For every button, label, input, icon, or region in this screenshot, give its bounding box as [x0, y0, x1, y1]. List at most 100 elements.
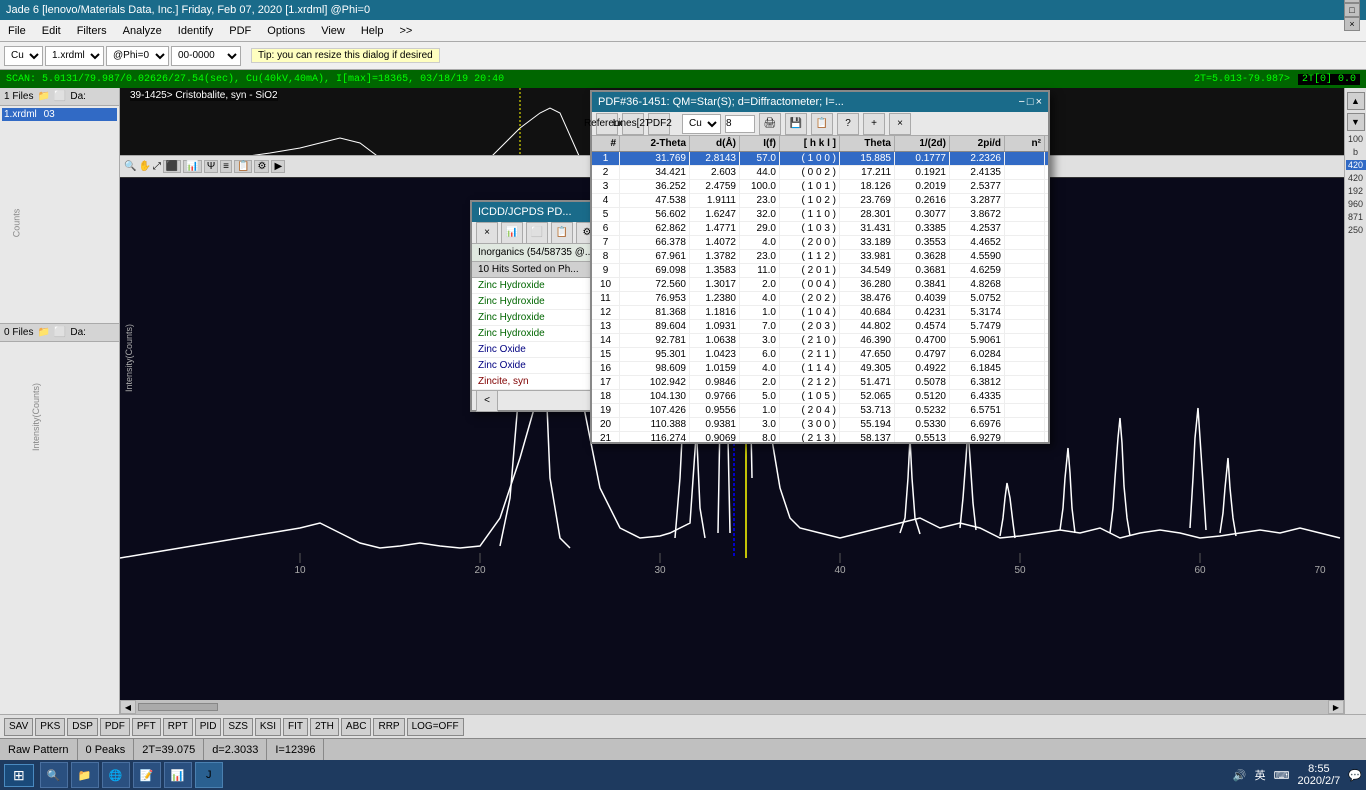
pdf-table-row[interactable]: 16 98.609 1.0159 4.0 ( 1 1 4 ) 49.305 0.… — [592, 362, 1048, 376]
taskbar-app-jade[interactable]: J — [195, 762, 223, 788]
pdf-table-row[interactable]: 4 47.538 1.9111 23.0 ( 1 0 2 ) 23.769 0.… — [592, 194, 1048, 208]
pdf-minimize-btn[interactable]: − — [1018, 96, 1024, 108]
scroll-thumb[interactable] — [138, 703, 218, 711]
icdd-chart-tool[interactable]: 📊 — [501, 222, 523, 244]
icdd-copy-tool[interactable]: 📋 — [551, 222, 573, 244]
pdf-table-row[interactable]: 21 116.274 0.9069 8.0 ( 2 1 3 ) 58.137 0… — [592, 432, 1048, 442]
tool1[interactable]: ⬛ — [163, 160, 181, 173]
btn-szs[interactable]: SZS — [223, 718, 252, 736]
h-scrollbar[interactable]: ◀ ▶ — [120, 700, 1344, 714]
pdf-table-row[interactable]: 13 89.604 1.0931 7.0 ( 2 0 3 ) 44.802 0.… — [592, 320, 1048, 334]
btn-rpt[interactable]: RPT — [163, 718, 193, 736]
pdf-table-row[interactable]: 7 66.378 1.4072 4.0 ( 2 0 0 ) 33.189 0.3… — [592, 236, 1048, 250]
menu-item-options[interactable]: Options — [259, 23, 313, 39]
icdd-close-tool[interactable]: × — [476, 222, 498, 244]
pdf-table-row[interactable]: 6 62.862 1.4771 29.0 ( 1 0 3 ) 31.431 0.… — [592, 222, 1048, 236]
pdf-maximize-btn[interactable]: □ — [1027, 96, 1034, 108]
icdd-box-tool[interactable]: ⬜ — [526, 222, 548, 244]
pdf-close-btn[interactable]: × — [1036, 96, 1042, 108]
file-combo[interactable]: 1.xrdml — [45, 46, 104, 66]
phi-combo[interactable]: @Phi=0 — [106, 46, 169, 66]
file-item-1[interactable]: 1.xrdml 03 — [2, 108, 117, 121]
menu-item-view[interactable]: View — [313, 23, 353, 39]
pdf-table-row[interactable]: 11 76.953 1.2380 4.0 ( 2 0 2 ) 38.476 0.… — [592, 292, 1048, 306]
menu-item-[interactable]: >> — [391, 23, 420, 39]
scroll-right-btn[interactable]: ▶ — [1328, 700, 1344, 714]
menu-item-edit[interactable]: Edit — [34, 23, 69, 39]
pdf-add-btn[interactable]: + — [863, 113, 885, 135]
btn-fit[interactable]: FIT — [283, 718, 308, 736]
pdf-tab-lines[interactable]: Lines[27] — [622, 113, 644, 135]
btn-rrp[interactable]: RRP — [373, 718, 404, 736]
taskbar-app-office[interactable]: 📝 — [133, 762, 161, 788]
pdf-save-btn[interactable]: 💾 — [785, 113, 807, 135]
pdf-value-input[interactable] — [725, 115, 755, 133]
da-label: Da: — [70, 91, 86, 102]
pdf-element-select[interactable]: Cu — [682, 114, 721, 134]
pdf-table-row[interactable]: 9 69.098 1.3583 11.0 ( 2 0 1 ) 34.549 0.… — [592, 264, 1048, 278]
btn-pft[interactable]: PFT — [132, 718, 161, 736]
btn-sav[interactable]: SAV — [4, 718, 33, 736]
tool3[interactable]: Ψ — [204, 160, 218, 173]
pdf-table-row[interactable]: 3 36.252 2.4759 100.0 ( 1 0 1 ) 18.126 0… — [592, 180, 1048, 194]
menu-item-file[interactable]: File — [0, 23, 34, 39]
pdf-combo[interactable]: 00-0000 — [171, 46, 241, 66]
hand-icon[interactable]: ✋ — [138, 161, 150, 172]
pdf-table-row[interactable]: 20 110.388 0.9381 3.0 ( 3 0 0 ) 55.194 0… — [592, 418, 1048, 432]
btn-pks[interactable]: PKS — [35, 718, 65, 736]
pdf-table-row[interactable]: 2 34.421 2.603 44.0 ( 0 0 2 ) 17.211 0.1… — [592, 166, 1048, 180]
svg-text:60: 60 — [1194, 565, 1206, 576]
tool6[interactable]: ⚙ — [254, 160, 269, 173]
notifications-icon[interactable]: 💬 — [1348, 769, 1362, 782]
pdf-table-row[interactable]: 15 95.301 1.0423 6.0 ( 2 1 1 ) 47.650 0.… — [592, 348, 1048, 362]
pdf-copy-btn[interactable]: 📋 — [811, 113, 833, 135]
btn-ksi[interactable]: KSI — [255, 718, 281, 736]
pdf-table-row[interactable]: 12 81.368 1.1816 1.0 ( 1 0 4 ) 40.684 0.… — [592, 306, 1048, 320]
folder-icon[interactable]: 📁 — [37, 91, 49, 102]
taskbar-app-search[interactable]: 🔍 — [40, 762, 68, 788]
pdf-table-row[interactable]: 5 56.602 1.6247 32.0 ( 1 1 0 ) 28.301 0.… — [592, 208, 1048, 222]
pdf-print-btn[interactable]: 🖨 — [759, 113, 781, 135]
pdf-table-row[interactable]: 1 31.769 2.8143 57.0 ( 1 0 0 ) 15.885 0.… — [592, 152, 1048, 166]
expand-icon[interactable]: ⤢ — [153, 161, 161, 172]
tool5[interactable]: 📋 — [234, 160, 252, 173]
pdf-table-row[interactable]: 14 92.781 1.0638 3.0 ( 2 1 0 ) 46.390 0.… — [592, 334, 1048, 348]
scroll-left-btn[interactable]: ◀ — [120, 700, 136, 714]
pdf-table-row[interactable]: 10 72.560 1.3017 2.0 ( 0 0 4 ) 36.280 0.… — [592, 278, 1048, 292]
taskbar-app-files[interactable]: 📁 — [71, 762, 99, 788]
tool4[interactable]: ≡ — [220, 160, 232, 173]
menu-item-pdf[interactable]: PDF — [221, 23, 259, 39]
tool7[interactable]: ▶ — [271, 160, 285, 173]
th-n2: n² — [1005, 136, 1045, 151]
start-button[interactable]: ⊞ — [4, 764, 34, 787]
maximize-btn[interactable]: □ — [1344, 3, 1360, 17]
pdf-table-body[interactable]: 1 31.769 2.8143 57.0 ( 1 0 0 ) 15.885 0.… — [592, 152, 1048, 442]
close-btn[interactable]: × — [1344, 17, 1360, 31]
pdf-help-btn[interactable]: ? — [837, 113, 859, 135]
taskbar-app-browser[interactable]: 🌐 — [102, 762, 130, 788]
taskbar-app-powerpoint[interactable]: 📊 — [164, 762, 192, 788]
pdf-table-row[interactable]: 17 102.942 0.9846 2.0 ( 2 1 2 ) 51.471 0… — [592, 376, 1048, 390]
pdf-close-tool[interactable]: × — [889, 113, 911, 135]
folder-icon-2[interactable]: 📁 — [37, 327, 49, 338]
scroll-up-btn[interactable]: ▲ — [1347, 92, 1365, 110]
pdf-table-row[interactable]: 19 107.426 0.9556 1.0 ( 2 0 4 ) 53.713 0… — [592, 404, 1048, 418]
pdf-table-row[interactable]: 8 67.961 1.3782 23.0 ( 1 1 2 ) 33.981 0.… — [592, 250, 1048, 264]
menu-item-identify[interactable]: Identify — [170, 23, 221, 39]
btn-dsp[interactable]: DSP — [67, 718, 98, 736]
zoom-icon[interactable]: 🔍 — [124, 161, 136, 172]
scroll-down-btn[interactable]: ▼ — [1347, 113, 1365, 131]
menu-item-help[interactable]: Help — [353, 23, 392, 39]
tool2[interactable]: 📊 — [183, 160, 201, 173]
btn-log[interactable]: LOG=OFF — [407, 718, 464, 736]
element-combo[interactable]: Cu — [4, 46, 43, 66]
menu-item-filters[interactable]: Filters — [69, 23, 115, 39]
icdd-nav-prev[interactable]: < — [476, 390, 498, 412]
pdf-table-row[interactable]: 18 104.130 0.9766 5.0 ( 1 0 5 ) 52.065 0… — [592, 390, 1048, 404]
menu-item-analyze[interactable]: Analyze — [115, 23, 170, 39]
btn-pid[interactable]: PID — [195, 718, 222, 736]
btn-pdf[interactable]: PDF — [100, 718, 130, 736]
btn-abc[interactable]: ABC — [341, 718, 372, 736]
pdf-tab-pdf2[interactable]: PDF2 — [648, 113, 670, 135]
btn-2th[interactable]: 2TH — [310, 718, 339, 736]
